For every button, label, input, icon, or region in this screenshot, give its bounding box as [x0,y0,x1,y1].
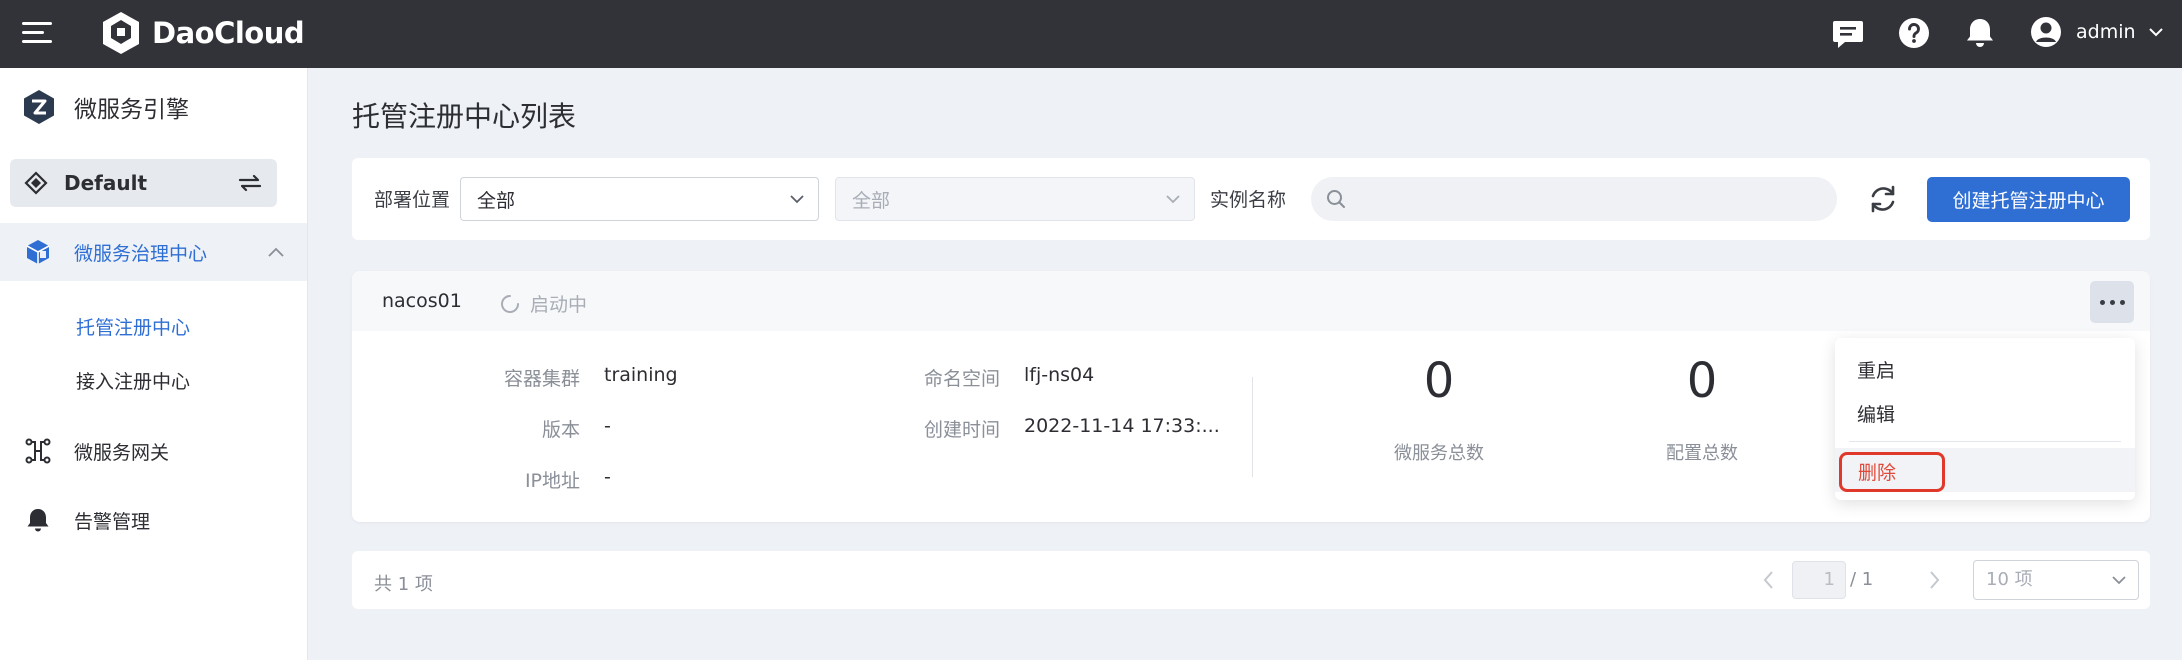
hamburger-menu-icon[interactable] [22,20,52,46]
workspace-name: Default [64,171,148,195]
instance-search-input[interactable] [1311,177,1837,221]
instance-name[interactable]: nacos01 [382,290,462,312]
location-label: 部署位置 [374,189,451,211]
loading-spinner-icon [501,294,519,313]
namespace-label: 命名空间 [923,368,1000,390]
daocloud-logo-icon [103,12,139,54]
page-size-select[interactable]: 10 项 [1973,560,2139,600]
workspace-switcher[interactable]: Default [10,159,277,207]
pagination-bar: 共 1 项 1 / 1 10 项 [352,551,2150,609]
config-count-label: 配置总数 [1666,443,1738,464]
menu-item-delete-label: 删除 [1858,462,1897,484]
menu-item-delete[interactable]: 删除 [1835,448,2135,492]
more-actions-button[interactable] [2090,281,2134,323]
instance-name-label: 实例名称 [1210,189,1287,211]
total-pages: / 1 [1850,569,1874,590]
instance-card-header: nacos01 启动中 [352,271,2150,331]
next-page-icon[interactable] [1925,569,1943,591]
chevron-down-icon [2148,28,2163,37]
microservice-count: 0 [1423,353,1455,409]
chevron-down-icon [790,195,804,204]
dot [2109,299,2115,305]
chevron-up-icon [268,247,284,257]
sidebar-item-connected-registry[interactable]: 接入注册中心 [76,367,190,394]
user-avatar-icon [2031,17,2061,47]
microservice-engine-logo-icon [24,90,54,124]
gateway-icon [25,438,51,464]
workspace-icon [24,171,48,195]
dot [2099,299,2105,305]
cluster-value: training [604,364,678,386]
status-badge: 启动中 [500,290,587,317]
nav-group-label: 微服务治理中心 [74,242,208,265]
user-name: admin [2076,21,2136,43]
sidebar-item-alerts[interactable]: 告警管理 [24,506,150,534]
message-icon[interactable] [1830,15,1866,51]
switch-arrows-icon[interactable] [237,171,263,195]
namespace-value: lfj-ns04 [1024,364,1095,386]
nav-group-governance[interactable]: 微服务治理中心 [0,223,307,281]
search-icon [1327,190,1345,208]
sidebar-item-hosted-registry[interactable]: 托管注册中心 [76,313,190,340]
ip-label: IP地址 [524,470,580,492]
chevron-down-icon [1166,195,1180,204]
top-bar: DaoCloud admin [0,0,2182,68]
create-registry-button[interactable]: 创建托管注册中心 [1927,177,2130,222]
ip-value: - [604,466,611,488]
location-select[interactable]: 全部 [460,177,819,221]
actions-dropdown-menu: 重启 编辑 删除 [1835,338,2135,500]
total-count: 共 1 项 [374,574,433,595]
bell-icon [27,509,49,532]
menu-item-edit[interactable]: 编辑 [1857,400,1895,427]
chevron-down-icon [2112,576,2126,585]
config-count: 0 [1686,353,1718,409]
brand-logo[interactable]: DaoCloud [100,10,305,56]
menu-item-restart[interactable]: 重启 [1857,356,1895,383]
microservice-count-label: 微服务总数 [1394,443,1484,464]
version-value: - [604,415,611,437]
notification-bell-icon[interactable] [1962,15,1998,51]
cluster-label: 容器集群 [503,368,580,390]
refresh-icon[interactable] [1864,180,1902,218]
menu-divider [1849,441,2121,442]
dot [2119,299,2125,305]
page-title: 托管注册中心列表 [352,100,577,133]
version-label: 版本 [541,419,580,441]
created-value: 2022-11-14 17:33:... [1024,415,1220,437]
divider [1252,377,1253,477]
cube-icon [26,240,50,264]
help-icon[interactable] [1896,15,1932,51]
created-label: 创建时间 [923,419,1000,441]
user-menu[interactable]: admin [2028,14,2164,50]
page-number-input[interactable]: 1 [1792,561,1846,599]
sidebar: 微服务引擎 Default 微服务治理中心 托管注册中心 接入注册中心 微服务网… [0,68,308,660]
sidebar-item-gateway[interactable]: 微服务网关 [24,437,169,465]
filter-bar: 部署位置 全部 全部 实例名称 创建托管注册中心 [352,158,2150,240]
namespace-select: 全部 [835,177,1195,221]
prev-page-icon[interactable] [1760,569,1778,591]
module-title: 微服务引擎 [20,88,189,126]
brand-name: DaoCloud [152,16,305,50]
